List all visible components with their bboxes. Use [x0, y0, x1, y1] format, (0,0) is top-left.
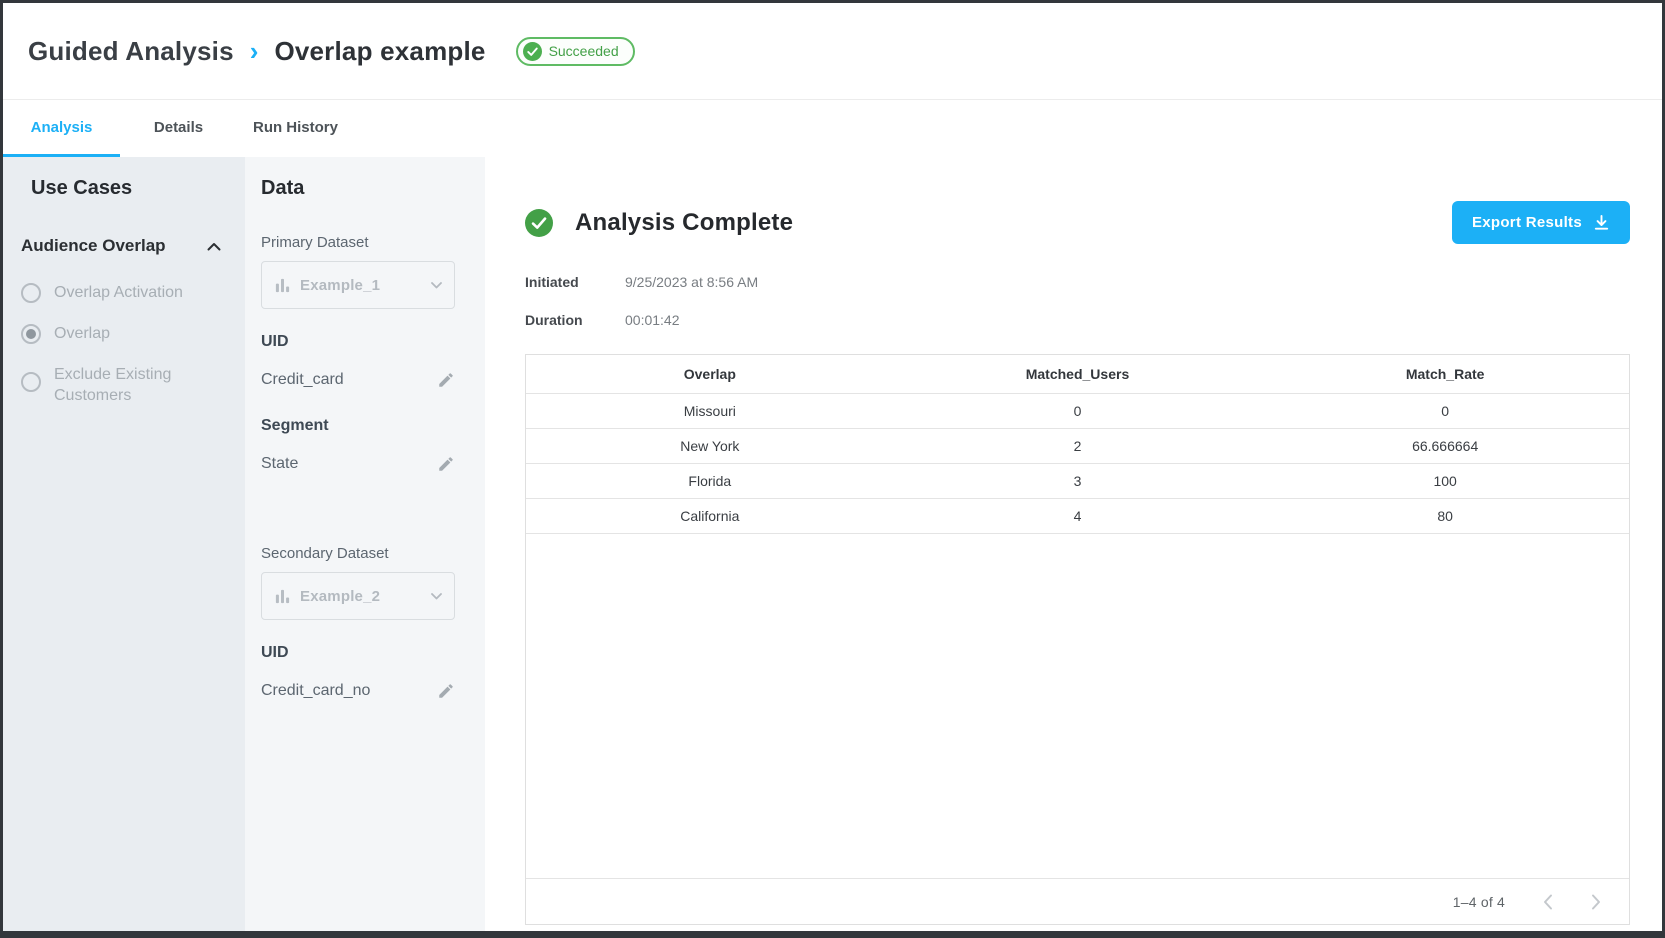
radio-exclude-existing-customers[interactable]: Exclude Existing Customers — [19, 364, 229, 406]
radio-label: Exclude Existing Customers — [54, 364, 184, 406]
secondary-uid-value: Credit_card_no — [261, 682, 370, 700]
export-results-button[interactable]: Export Results — [1452, 201, 1630, 244]
table-row: California 4 80 — [526, 499, 1629, 534]
page-title: Overlap example — [274, 36, 485, 67]
cell-matched-users: 3 — [894, 464, 1262, 499]
use-cases-title: Use Cases — [19, 177, 229, 200]
success-check-icon — [523, 42, 542, 61]
use-cases-panel: Use Cases Audience Overlap Overlap Activ… — [3, 157, 245, 931]
cell-matched-users: 4 — [894, 499, 1262, 534]
initiated-value: 9/25/2023 at 8:56 AM — [625, 274, 758, 290]
tab-analysis[interactable]: Analysis — [3, 100, 120, 157]
cell-match-rate: 100 — [1261, 464, 1629, 499]
breadcrumb-separator-icon: › — [250, 36, 259, 67]
radio-selected-icon — [21, 324, 41, 344]
secondary-dataset-label: Secondary Dataset — [261, 545, 469, 562]
radio-overlap-activation[interactable]: Overlap Activation — [19, 282, 229, 303]
meta-row-duration: Duration 00:01:42 — [525, 312, 1630, 328]
cell-match-rate: 66.666664 — [1261, 429, 1629, 464]
radio-icon — [21, 372, 41, 392]
cell-match-rate: 0 — [1261, 394, 1629, 429]
download-icon — [1593, 214, 1610, 231]
run-meta: Initiated 9/25/2023 at 8:56 AM Duration … — [525, 274, 1630, 350]
column-header-overlap: Overlap — [526, 355, 894, 394]
cell-overlap: California — [526, 499, 894, 534]
status-badge-label: Succeeded — [549, 43, 619, 59]
results-header: Analysis Complete Export Results — [525, 201, 1630, 244]
table-row: New York 2 66.666664 — [526, 429, 1629, 464]
tab-run-history[interactable]: Run History — [237, 100, 354, 157]
audience-overlap-label: Audience Overlap — [21, 236, 166, 256]
primary-dataset-label: Primary Dataset — [261, 234, 469, 251]
chevron-down-icon — [431, 276, 442, 294]
radio-overlap[interactable]: Overlap — [19, 323, 229, 344]
cell-match-rate: 80 — [1261, 499, 1629, 534]
edit-pencil-icon[interactable] — [437, 682, 455, 700]
page-header: Guided Analysis › Overlap example Succee… — [3, 3, 1662, 100]
audience-overlap-group-toggle[interactable]: Audience Overlap — [19, 236, 229, 256]
next-page-icon[interactable] — [1591, 894, 1601, 910]
app-window: Guided Analysis › Overlap example Succee… — [0, 0, 1665, 938]
primary-dataset-value: Example_1 — [300, 277, 380, 294]
results-table: Overlap Matched_Users Match_Rate Missour… — [526, 355, 1629, 534]
tab-run-history-label: Run History — [253, 119, 338, 136]
column-header-match-rate: Match_Rate — [1261, 355, 1629, 394]
dataset-icon — [274, 588, 291, 605]
segment-row: State — [261, 455, 455, 473]
cell-matched-users: 2 — [894, 429, 1262, 464]
breadcrumb-parent[interactable]: Guided Analysis — [28, 36, 234, 67]
chevron-down-icon — [431, 587, 442, 605]
table-row: Florida 3 100 — [526, 464, 1629, 499]
duration-value: 00:01:42 — [625, 312, 680, 328]
secondary-dataset-select[interactable]: Example_2 — [261, 572, 455, 620]
dataset-icon — [274, 277, 291, 294]
primary-uid-label: UID — [261, 333, 469, 351]
primary-dataset-select[interactable]: Example_1 — [261, 261, 455, 309]
initiated-label: Initiated — [525, 274, 625, 290]
results-panel: Analysis Complete Export Results Initiat… — [485, 157, 1662, 931]
segment-value: State — [261, 455, 298, 473]
data-panel: Data Primary Dataset Example_1 UID Credi… — [245, 157, 485, 931]
export-results-label: Export Results — [1472, 214, 1582, 231]
data-panel-title: Data — [261, 177, 469, 200]
previous-page-icon[interactable] — [1543, 894, 1553, 910]
tab-analysis-label: Analysis — [31, 119, 93, 136]
pagination-range: 1–4 of 4 — [1453, 894, 1505, 910]
duration-label: Duration — [525, 312, 625, 328]
content-area: Use Cases Audience Overlap Overlap Activ… — [3, 157, 1662, 931]
results-table-card: Overlap Matched_Users Match_Rate Missour… — [525, 354, 1630, 925]
radio-label: Overlap Activation — [54, 282, 183, 303]
meta-row-initiated: Initiated 9/25/2023 at 8:56 AM — [525, 274, 1630, 290]
table-pagination: 1–4 of 4 — [526, 878, 1629, 924]
tab-details-label: Details — [154, 119, 203, 136]
primary-uid-row: Credit_card — [261, 371, 455, 389]
column-header-matched-users: Matched_Users — [894, 355, 1262, 394]
table-header-row: Overlap Matched_Users Match_Rate — [526, 355, 1629, 394]
cell-overlap: New York — [526, 429, 894, 464]
secondary-dataset-value: Example_2 — [300, 588, 380, 605]
radio-icon — [21, 283, 41, 303]
table-empty-space — [526, 534, 1629, 878]
pagination-controls — [1543, 894, 1601, 910]
edit-pencil-icon[interactable] — [437, 371, 455, 389]
segment-label: Segment — [261, 417, 469, 435]
cell-overlap: Missouri — [526, 394, 894, 429]
secondary-uid-row: Credit_card_no — [261, 682, 455, 700]
primary-uid-value: Credit_card — [261, 371, 344, 389]
edit-pencil-icon[interactable] — [437, 455, 455, 473]
cell-matched-users: 0 — [894, 394, 1262, 429]
cell-overlap: Florida — [526, 464, 894, 499]
secondary-uid-label: UID — [261, 644, 469, 662]
use-case-options: Overlap Activation Overlap Exclude Exist… — [19, 282, 229, 406]
status-badge: Succeeded — [516, 37, 635, 66]
tab-bar: Analysis Details Run History — [3, 100, 1662, 157]
analysis-complete-check-icon — [525, 209, 553, 237]
tab-details[interactable]: Details — [120, 100, 237, 157]
radio-label: Overlap — [54, 323, 110, 344]
chevron-up-icon — [207, 242, 221, 251]
table-row: Missouri 0 0 — [526, 394, 1629, 429]
results-title: Analysis Complete — [575, 209, 793, 237]
